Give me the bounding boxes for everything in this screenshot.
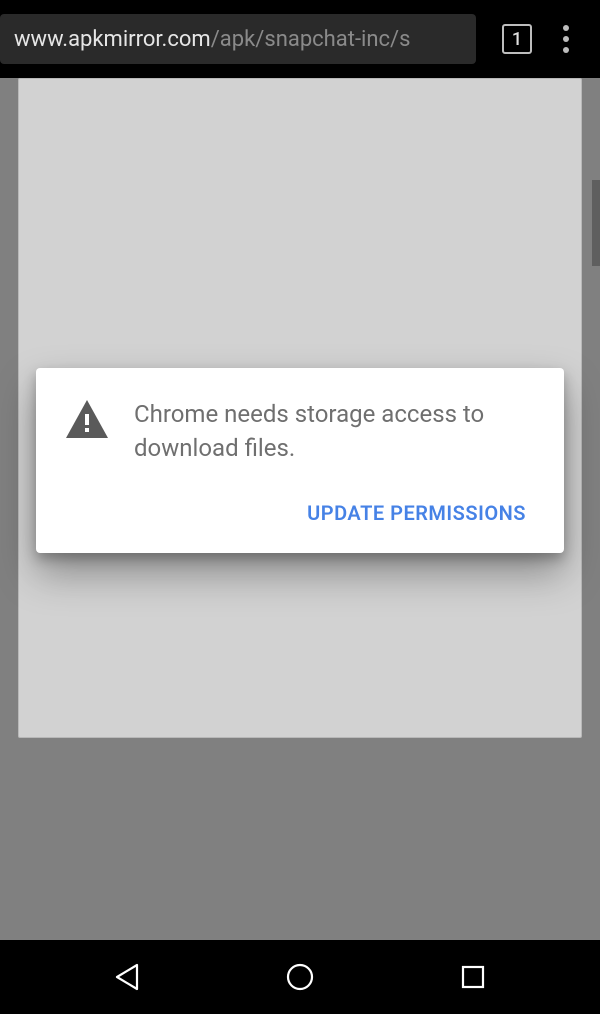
url-bar[interactable]: www.apkmirror.com/apk/snapchat-inc/s [0,14,476,64]
android-nav-bar [0,940,600,1014]
nav-recents-button[interactable] [443,953,503,1001]
dialog-actions: UPDATE PERMISSIONS [66,491,534,535]
warning-icon [66,400,108,438]
nav-back-button[interactable] [97,953,157,1001]
browser-toolbar: www.apkmirror.com/apk/snapchat-inc/s 1 [0,0,600,78]
dialog-message: Chrome needs storage access to download … [134,398,534,465]
recents-square-icon [460,964,486,990]
tab-count: 1 [512,29,522,50]
home-circle-icon [285,962,315,992]
overflow-menu-button[interactable] [546,15,586,63]
kebab-dot-icon [563,36,569,42]
dialog-body: Chrome needs storage access to download … [66,398,534,465]
url-path: /apk/snapchat-inc/s [211,27,411,52]
permission-dialog: Chrome needs storage access to download … [36,368,564,553]
update-permissions-button[interactable]: UPDATE PERMISSIONS [299,491,534,535]
kebab-dot-icon [563,47,569,53]
tab-switcher-button[interactable]: 1 [502,24,532,54]
kebab-dot-icon [563,25,569,31]
url-domain: www.apkmirror.com [14,27,211,52]
nav-home-button[interactable] [270,953,330,1001]
back-triangle-icon [113,963,141,991]
